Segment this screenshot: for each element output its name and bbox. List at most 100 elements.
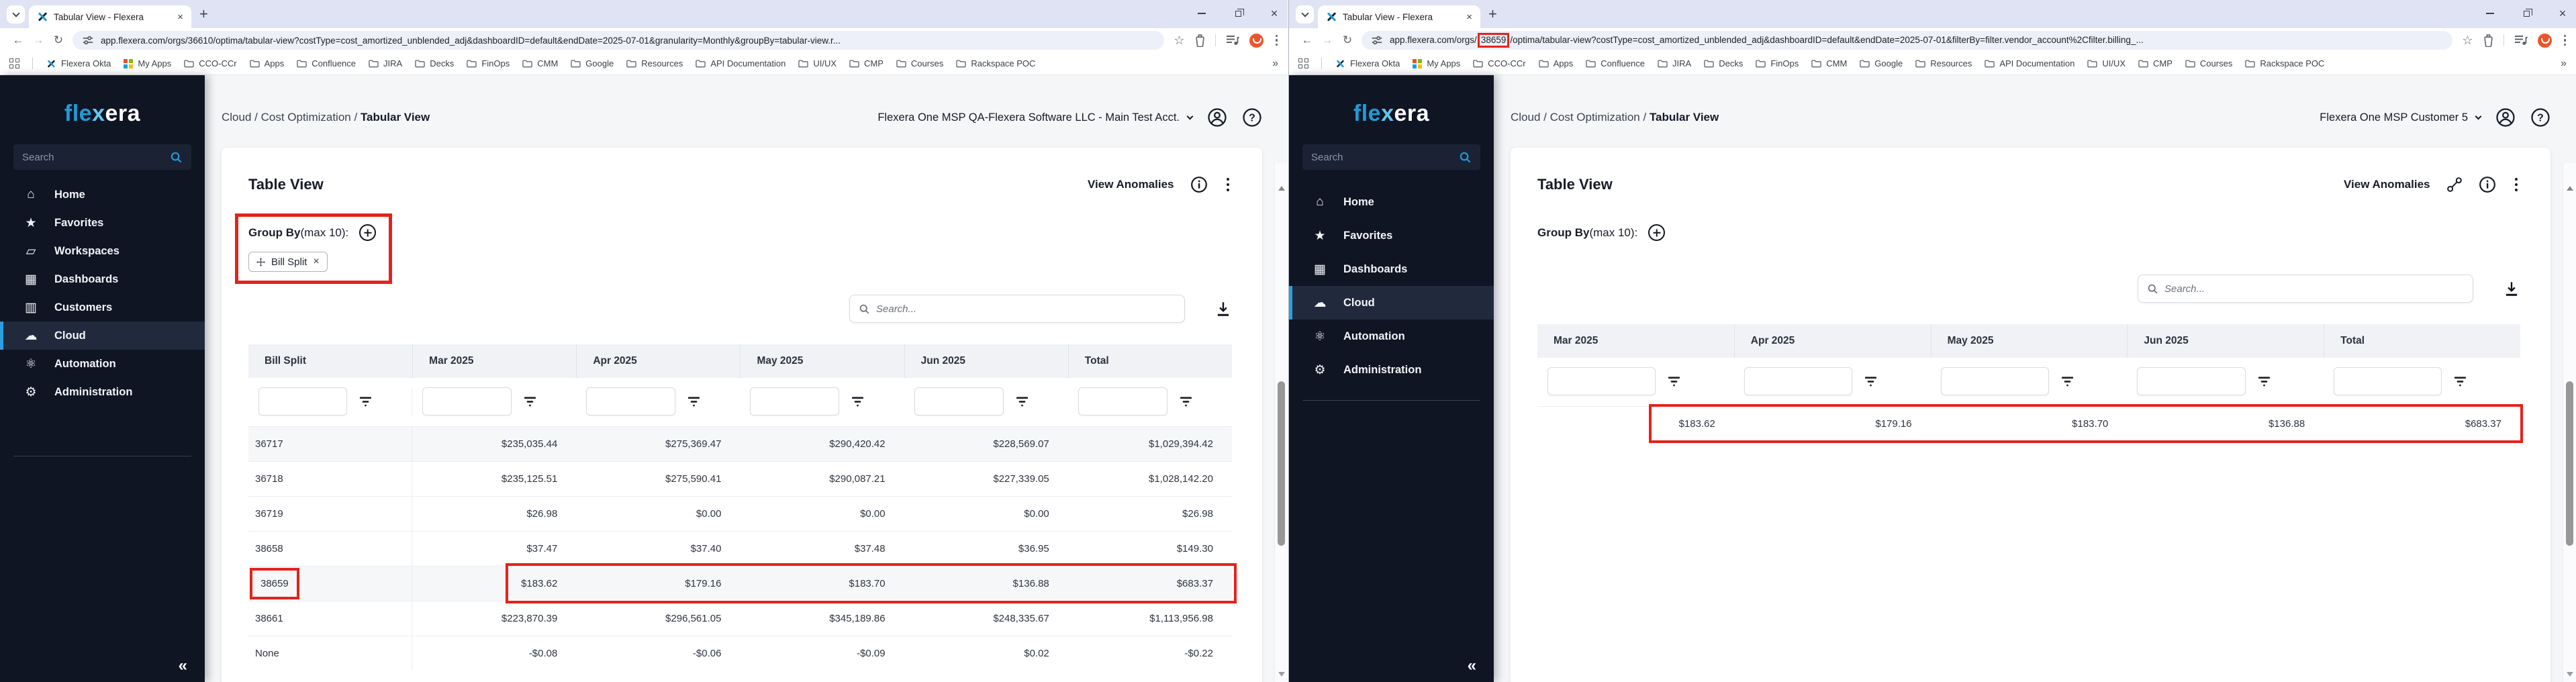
bookmark-folder[interactable]: Decks [1704, 58, 1743, 68]
sidebar-search-input[interactable] [22, 152, 164, 163]
add-group-by-button[interactable] [1648, 224, 1665, 241]
browser-tab[interactable]: Tabular View - Flexera × [29, 5, 191, 28]
bookmark-item[interactable]: My Apps [124, 58, 171, 68]
bookmark-folder[interactable]: FinOps [467, 58, 510, 68]
bookmark-folder[interactable]: Google [1860, 58, 1903, 68]
bookmark-folder[interactable]: Resources [1915, 58, 1972, 68]
sidebar-search-input[interactable] [1311, 152, 1453, 163]
sidebar-item[interactable]: ⚛ Automation [0, 350, 205, 378]
extension-badge-icon[interactable] [1249, 34, 1263, 48]
table-row[interactable]: 36719 $26.98 $0.00 $0.00 $0.00 $26.98 [248, 496, 1232, 531]
sidebar-item[interactable]: ☁ Cloud [1289, 286, 1494, 320]
bookmark-folder[interactable]: Rackspace POC [2245, 58, 2324, 68]
bookmark-folder[interactable]: Google [571, 58, 614, 68]
extensions-icon[interactable] [1195, 34, 1205, 47]
tab-close-icon[interactable]: × [1465, 11, 1474, 23]
filter-icon[interactable] [687, 396, 700, 407]
info-icon[interactable] [2479, 176, 2496, 193]
extension-badge-icon[interactable] [2538, 34, 2552, 48]
bookmark-item[interactable]: Flexera Okta [46, 58, 111, 69]
filter-icon[interactable] [1180, 396, 1192, 407]
chip-remove-icon[interactable]: × [313, 256, 319, 267]
table-search[interactable] [849, 295, 1185, 323]
tab-close-icon[interactable]: × [176, 11, 185, 23]
table-row[interactable]: 38658 $37.47 $37.40 $37.48 $36.95 $149.3… [248, 531, 1232, 566]
account-selector[interactable]: Flexera One MSP Customer 5 [2320, 111, 2481, 124]
bookmarks-overflow-chevron[interactable]: » [2561, 58, 2567, 70]
group-by-chip[interactable]: Bill Split × [248, 252, 328, 272]
filter-icon[interactable] [1668, 376, 1680, 387]
filter-icon[interactable] [1016, 396, 1029, 407]
bookmark-folder[interactable]: CCO-CCr [184, 58, 236, 68]
column-filter-input[interactable] [258, 387, 347, 416]
sidebar-item[interactable]: ⚛ Automation [1289, 320, 1494, 353]
sidebar-item[interactable]: ⚙ Administration [1289, 353, 1494, 387]
bookmark-folder[interactable]: Courses [2185, 58, 2232, 68]
avatar-icon[interactable] [2495, 107, 2516, 128]
bookmark-folder[interactable]: CCO-CCr [1473, 58, 1525, 68]
sidebar-item[interactable]: ▥ Customers [0, 293, 205, 322]
bookmark-folder[interactable]: JIRA [1658, 58, 1691, 68]
breadcrumb-path[interactable]: Cloud / Cost Optimization / [1511, 111, 1646, 124]
bookmark-folder[interactable]: CMP [849, 58, 884, 68]
address-bar[interactable]: app.flexera.com/orgs/38659/optima/tabula… [1362, 31, 2452, 50]
column-header[interactable]: Apr 2025 [576, 344, 740, 378]
browser-tab[interactable]: Tabular View - Flexera × [1318, 5, 1480, 28]
column-header[interactable]: May 2025 [740, 344, 904, 378]
filter-icon[interactable] [2061, 376, 2074, 387]
sidebar-item[interactable]: ☁ Cloud [0, 322, 205, 350]
more-options-icon[interactable] [2512, 178, 2521, 192]
column-filter-input[interactable] [1744, 367, 1852, 395]
apps-grid-icon[interactable] [9, 58, 19, 68]
apps-grid-icon[interactable] [1298, 58, 1308, 68]
help-icon[interactable]: ? [2530, 107, 2550, 128]
new-tab-button[interactable]: + [1488, 7, 1497, 21]
table-row[interactable]: 36717 $235,035.44 $275,369.47 $290,420.4… [248, 426, 1232, 461]
filter-icon[interactable] [524, 396, 536, 407]
sidebar-item[interactable]: ▦ Dashboards [0, 265, 205, 293]
column-header[interactable]: Mar 2025 [412, 344, 576, 378]
sidebar-item[interactable]: ★ Favorites [1289, 219, 1494, 252]
extensions-icon[interactable] [2483, 34, 2493, 47]
scroll-down-arrow[interactable] [1278, 672, 1285, 677]
sidebar-search[interactable] [1302, 144, 1480, 170]
bookmark-folder[interactable]: Apps [1539, 58, 1574, 68]
tab-search-button[interactable] [7, 5, 25, 23]
bookmark-folder[interactable]: UI/UX [2087, 58, 2126, 68]
table-row[interactable]: None -$0.08 -$0.06 -$0.09 $0.02 -$0.22 [248, 636, 1232, 671]
bookmark-star-icon[interactable]: ☆ [1174, 34, 1184, 48]
sidebar-item[interactable]: ⌂ Home [1289, 185, 1494, 219]
window-restore-button[interactable] [1233, 8, 1243, 19]
more-options-icon[interactable] [1224, 178, 1233, 192]
column-header[interactable]: May 2025 [1931, 324, 2128, 358]
column-header[interactable]: Mar 2025 [1537, 324, 1734, 358]
bookmark-folder[interactable]: CMM [1811, 58, 1847, 68]
scroll-down-arrow[interactable] [2567, 672, 2573, 677]
bookmarks-overflow-chevron[interactable]: » [1272, 58, 1278, 70]
avatar-icon[interactable] [1207, 107, 1227, 128]
browser-menu-icon[interactable] [2562, 35, 2569, 46]
bookmark-folder[interactable]: Rackspace POC [956, 58, 1035, 68]
column-filter-input[interactable] [750, 387, 839, 416]
column-filter-input[interactable] [422, 387, 512, 416]
move-handle-icon[interactable] [256, 258, 265, 266]
filter-icon[interactable] [851, 396, 864, 407]
table-row[interactable]: 38659 $183.62 $179.16 $183.70 $136.88 $6… [248, 566, 1232, 601]
scroll-up-arrow[interactable] [1278, 186, 1285, 191]
back-icon[interactable]: ← [8, 34, 28, 47]
bookmark-folder[interactable]: API Documentation [696, 58, 785, 68]
browser-menu-icon[interactable] [1274, 35, 1280, 46]
table-row[interactable]: $183.62 $179.16 $183.70 $136.88 $683.37 [1537, 406, 2520, 441]
address-bar[interactable]: app.flexera.com/orgs/36610/optima/tabula… [73, 31, 1164, 50]
bookmark-item[interactable]: Flexera Okta [1335, 58, 1400, 69]
scroll-up-arrow[interactable] [2567, 186, 2573, 191]
filter-icon[interactable] [359, 396, 372, 407]
scrollbar-thumb[interactable] [2566, 381, 2573, 546]
column-filter-input[interactable] [1941, 367, 2049, 395]
column-filter-input[interactable] [586, 387, 675, 416]
column-filter-input[interactable] [2334, 367, 2442, 395]
table-row[interactable]: 38661 $223,870.39 $296,561.05 $345,189.8… [248, 601, 1232, 636]
sidebar-collapse-button[interactable]: « [179, 656, 187, 675]
table-search[interactable] [2138, 275, 2473, 303]
view-anomalies-link[interactable]: View Anomalies [2344, 178, 2430, 191]
